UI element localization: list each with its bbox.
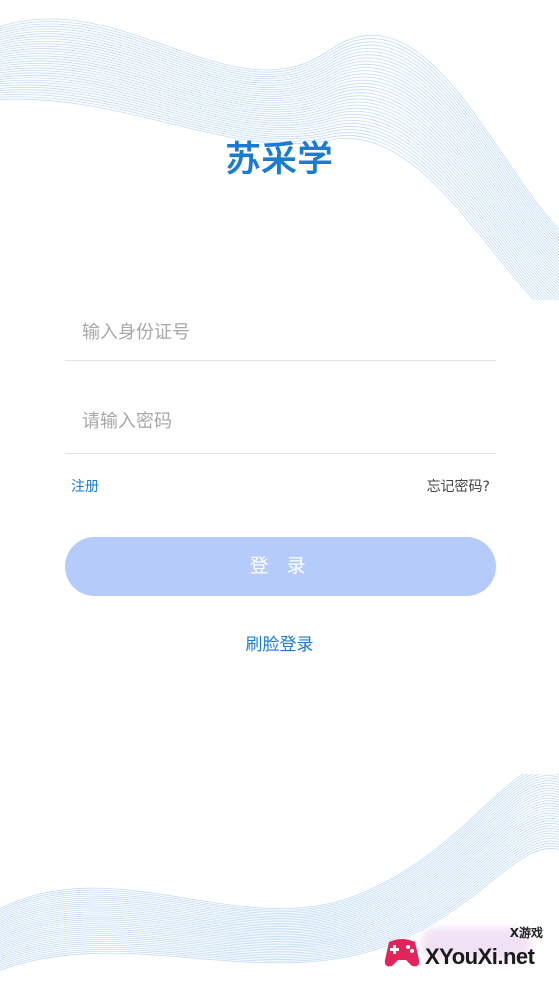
- app-title: 苏采学: [225, 140, 334, 180]
- login-button[interactable]: 登 录: [65, 537, 496, 596]
- password-input[interactable]: [65, 390, 496, 453]
- password-field: [65, 390, 496, 454]
- register-link[interactable]: 注册: [71, 476, 99, 496]
- watermark: X游戏 XYouXi.net: [381, 924, 553, 984]
- gamepad-logo-icon: [384, 939, 420, 967]
- id-number-field: [65, 304, 496, 361]
- id-number-input[interactable]: [65, 304, 496, 360]
- login-screen: 苏采学 注册 忘记密码? 登 录 刷脸登录 X游戏 XYouXi.net: [0, 0, 559, 994]
- forgot-password-link[interactable]: 忘记密码?: [427, 476, 490, 496]
- watermark-small-text: X游戏: [509, 926, 543, 940]
- face-login-link[interactable]: 刷脸登录: [0, 630, 559, 655]
- watermark-site-text: XYouXi.net: [425, 944, 535, 969]
